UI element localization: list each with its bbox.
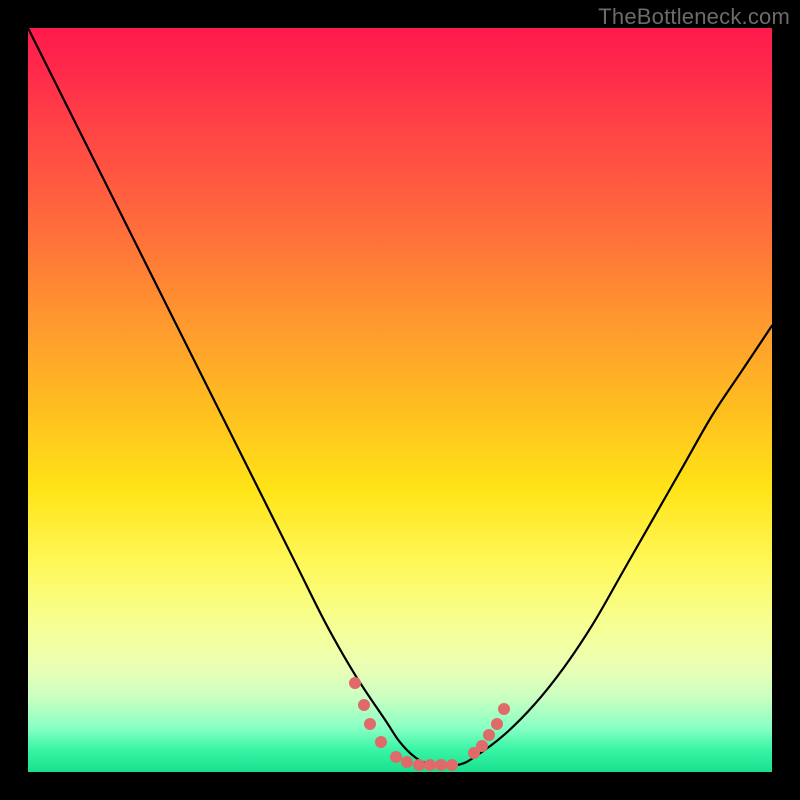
watermark-text: TheBottleneck.com — [598, 4, 790, 30]
curve-marker — [446, 759, 458, 771]
curve-marker — [476, 740, 488, 752]
curve-marker — [483, 729, 495, 741]
curve-marker — [413, 759, 425, 771]
curve-marker — [364, 718, 376, 730]
curve-marker — [375, 736, 387, 748]
marker-layer — [28, 28, 772, 772]
chart-frame: TheBottleneck.com — [0, 0, 800, 800]
curve-marker — [349, 677, 361, 689]
curve-marker — [358, 699, 370, 711]
plot-area — [28, 28, 772, 772]
curve-marker — [498, 703, 510, 715]
curve-marker — [401, 756, 413, 768]
curve-marker — [491, 718, 503, 730]
curve-marker — [424, 759, 436, 771]
